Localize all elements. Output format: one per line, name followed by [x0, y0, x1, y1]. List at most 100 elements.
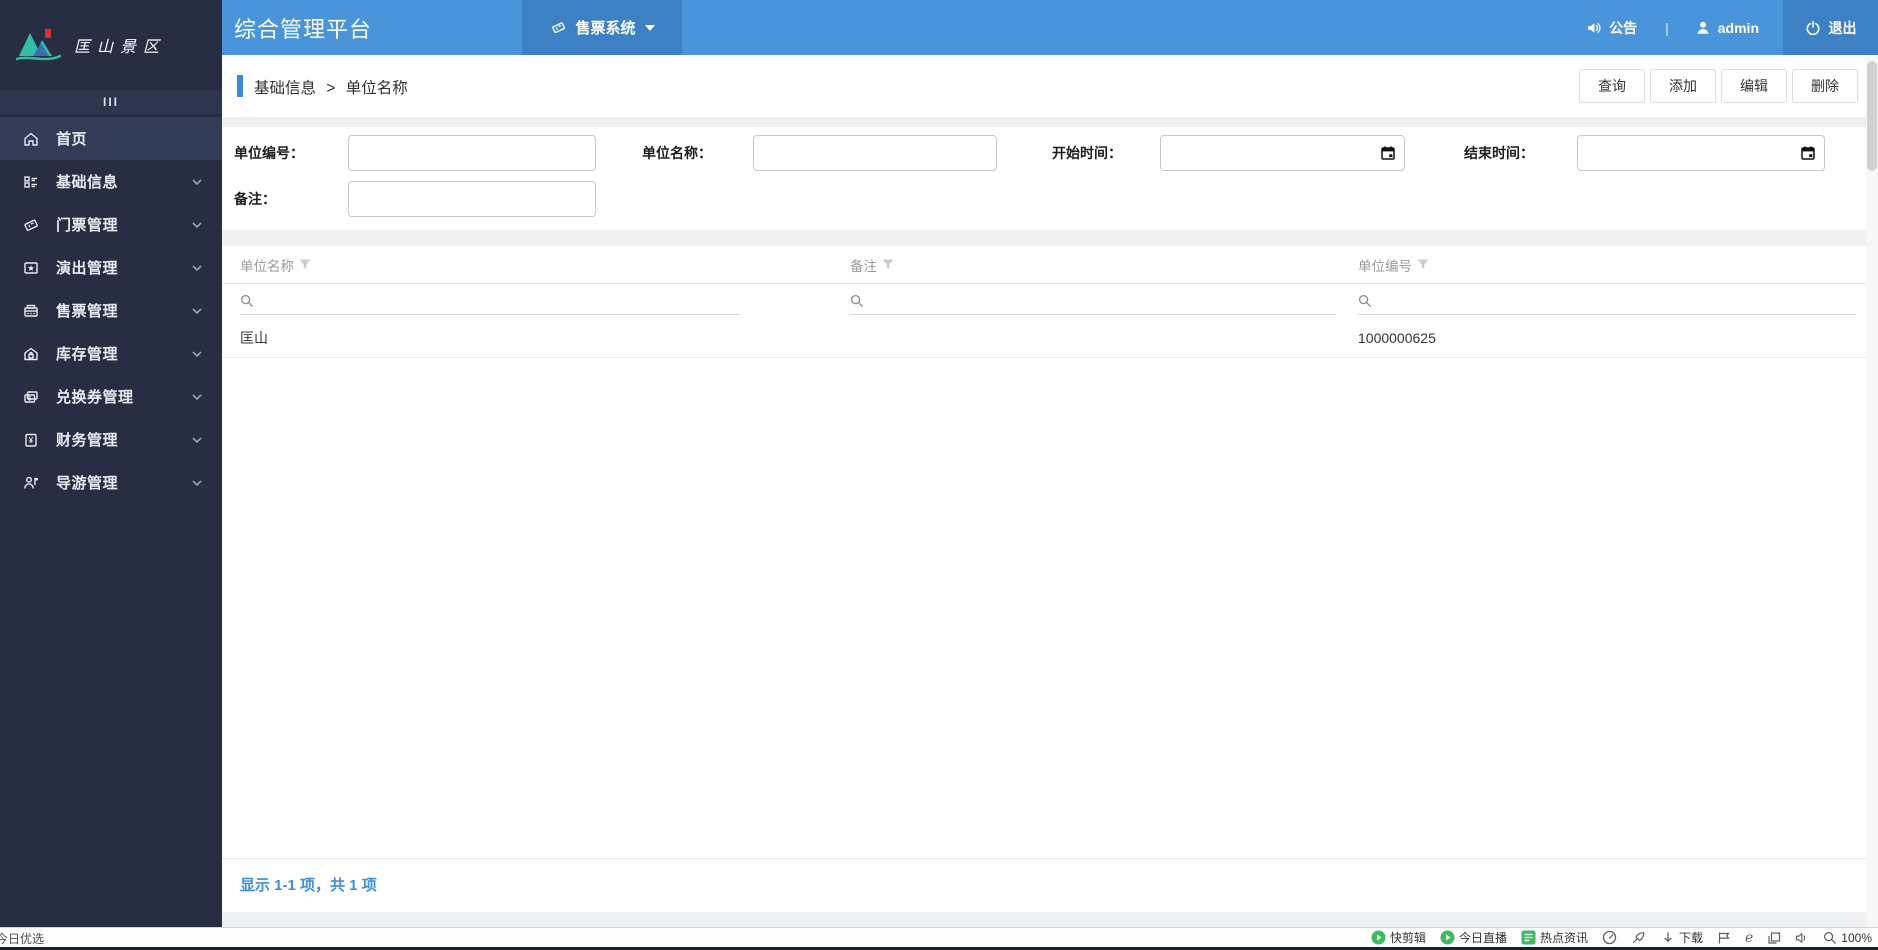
start-time-field — [1160, 135, 1405, 171]
chevron-down-icon — [192, 350, 202, 357]
filter-funnel-icon[interactable] — [299, 259, 311, 270]
live-badge-icon — [1440, 930, 1455, 945]
start-time-input[interactable] — [1160, 135, 1405, 171]
query-button[interactable]: 查询 — [1579, 69, 1645, 103]
start-time-label: 开始时间： — [1052, 145, 1122, 161]
hot-news-button[interactable]: 热点资讯 — [1521, 929, 1588, 946]
delete-button[interactable]: 删除 — [1792, 69, 1858, 103]
sidebar-item-voucher-mgmt[interactable]: $ 兑换券管理 — [0, 375, 222, 418]
download-button[interactable]: 下载 — [1661, 929, 1703, 946]
unit-name-input[interactable] — [753, 135, 997, 171]
header-divider: | — [1665, 19, 1669, 36]
user-icon — [1697, 21, 1709, 34]
rocket-icon[interactable] — [1631, 930, 1647, 945]
zoom-level: 100% — [1841, 930, 1872, 945]
sidebar-item-guide-mgmt[interactable]: 导游管理 — [0, 461, 222, 504]
announcement-button[interactable]: 公告 — [1586, 18, 1637, 38]
scrollbar-thumb[interactable] — [1867, 61, 1877, 171]
sidebar-item-label: 首页 — [56, 131, 88, 148]
warehouse-icon — [22, 345, 40, 363]
sidebar-item-label: 导游管理 — [56, 475, 119, 492]
end-time-field — [1577, 135, 1825, 171]
filter-funnel-icon[interactable] — [1417, 259, 1429, 270]
tab-ticket-system[interactable]: 售票系统 — [522, 0, 683, 55]
search-icon — [240, 294, 253, 307]
chevron-down-icon — [192, 221, 202, 228]
chevron-down-icon — [192, 264, 202, 271]
remark-input[interactable] — [348, 181, 596, 217]
user-menu[interactable]: admin — [1695, 20, 1759, 36]
window-restore-icon[interactable] — [1767, 931, 1781, 945]
add-button[interactable]: 添加 — [1650, 69, 1716, 103]
pos-icon — [22, 302, 40, 320]
unit-code-input[interactable] — [348, 135, 596, 171]
unit-code-column-filter — [1358, 287, 1856, 315]
breadcrumb: 基础信息 > 单位名称 — [254, 76, 414, 98]
zoom-search-icon — [1824, 931, 1837, 944]
sidebar-collapse-toggle[interactable]: III — [0, 90, 222, 114]
speed-icon[interactable] — [1602, 930, 1617, 945]
news-badge-icon — [1521, 930, 1536, 945]
end-time-input[interactable] — [1577, 135, 1825, 171]
breadcrumb-accent — [237, 75, 243, 97]
column-header-remark: 备注 — [850, 255, 1358, 275]
ie-compat-icon[interactable]: e — [1745, 930, 1753, 946]
table-row[interactable]: 匡山 1000000625 — [222, 318, 1866, 358]
table-header-row: 单位名称 备注 单位编号 — [222, 246, 1866, 284]
sidebar: 匡山景区 III 首页 基础信息 门票管理 演出管理 售票管理 库存管理 $ 兑… — [0, 0, 222, 927]
calendar-icon[interactable] — [1800, 145, 1816, 161]
sidebar-item-performance-mgmt[interactable]: 演出管理 — [0, 246, 222, 289]
scrollbar-track[interactable] — [1866, 55, 1878, 927]
page-zoom-control[interactable]: 100% — [1823, 931, 1872, 945]
sidebar-menu: 首页 基础信息 门票管理 演出管理 售票管理 库存管理 $ 兑换券管理 ¥ 财务… — [0, 117, 222, 504]
home-icon — [22, 130, 40, 148]
scenic-logo-icon — [15, 29, 62, 61]
table-filter-row — [222, 284, 1866, 318]
sidebar-item-label: 库存管理 — [56, 346, 119, 363]
chevron-down-icon — [192, 479, 202, 486]
flag-icon[interactable] — [1717, 931, 1731, 945]
statusbar-left-label: 今日优选 — [0, 932, 45, 946]
guide-icon — [22, 474, 40, 492]
search-icon — [1358, 294, 1371, 307]
sidebar-item-home[interactable]: 首页 — [0, 117, 222, 160]
sidebar-item-finance-mgmt[interactable]: ¥ 财务管理 — [0, 418, 222, 461]
ticket-icon — [551, 22, 565, 34]
calendar-icon[interactable] — [1380, 145, 1396, 161]
unit-code-filter-input[interactable] — [1372, 293, 1856, 308]
quick-clip-button[interactable]: 快剪辑 — [1371, 929, 1426, 946]
sidebar-item-label: 门票管理 — [56, 217, 119, 234]
edit-button[interactable]: 编辑 — [1721, 69, 1787, 103]
today-live-button[interactable]: 今日直播 — [1440, 929, 1507, 946]
pagination-summary: 显示 1-1 项，共 1 项 — [240, 877, 377, 894]
chevron-down-icon — [192, 307, 202, 314]
remark-filter-input[interactable] — [864, 293, 1336, 308]
filter-funnel-icon[interactable] — [882, 259, 894, 270]
sidebar-item-label: 兑换券管理 — [56, 389, 134, 406]
logout-button[interactable]: 退出 — [1783, 0, 1878, 55]
unit-name-filter-input[interactable] — [254, 293, 740, 308]
sidebar-item-inventory-mgmt[interactable]: 库存管理 — [0, 332, 222, 375]
search-icon — [850, 294, 863, 307]
sidebar-item-ticket-sales-mgmt[interactable]: 售票管理 — [0, 289, 222, 332]
sidebar-item-label: 基础信息 — [56, 174, 119, 191]
end-time-label: 结束时间： — [1464, 145, 1534, 161]
breadcrumb-separator: > — [326, 80, 336, 97]
username: admin — [1717, 19, 1759, 36]
volume-icon[interactable] — [1795, 931, 1809, 945]
download-icon — [1664, 932, 1672, 942]
logo-text: 匡山景区 — [74, 37, 167, 56]
toolbar: 查询 添加 编辑 删除 — [1579, 69, 1858, 103]
cell-unit-name: 匡山 — [240, 329, 268, 346]
sidebar-item-label: 售票管理 — [56, 303, 119, 320]
list-icon — [22, 173, 40, 191]
power-icon — [1806, 20, 1819, 35]
table-footer: 显示 1-1 项，共 1 项 — [222, 858, 1866, 912]
header-right: 公告 | admin 退出 — [1586, 0, 1878, 55]
sidebar-item-ticket-mgmt[interactable]: 门票管理 — [0, 203, 222, 246]
browser-statusbar: 今日优选 快剪辑 今日直播 热点资讯 下载 e 100% — [0, 927, 1878, 950]
stage-icon — [22, 259, 40, 277]
svg-text:¥: ¥ — [29, 436, 34, 445]
screen: 匡山景区 III 首页 基础信息 门票管理 演出管理 售票管理 库存管理 $ 兑… — [0, 0, 1878, 950]
sidebar-item-basic-info[interactable]: 基础信息 — [0, 160, 222, 203]
